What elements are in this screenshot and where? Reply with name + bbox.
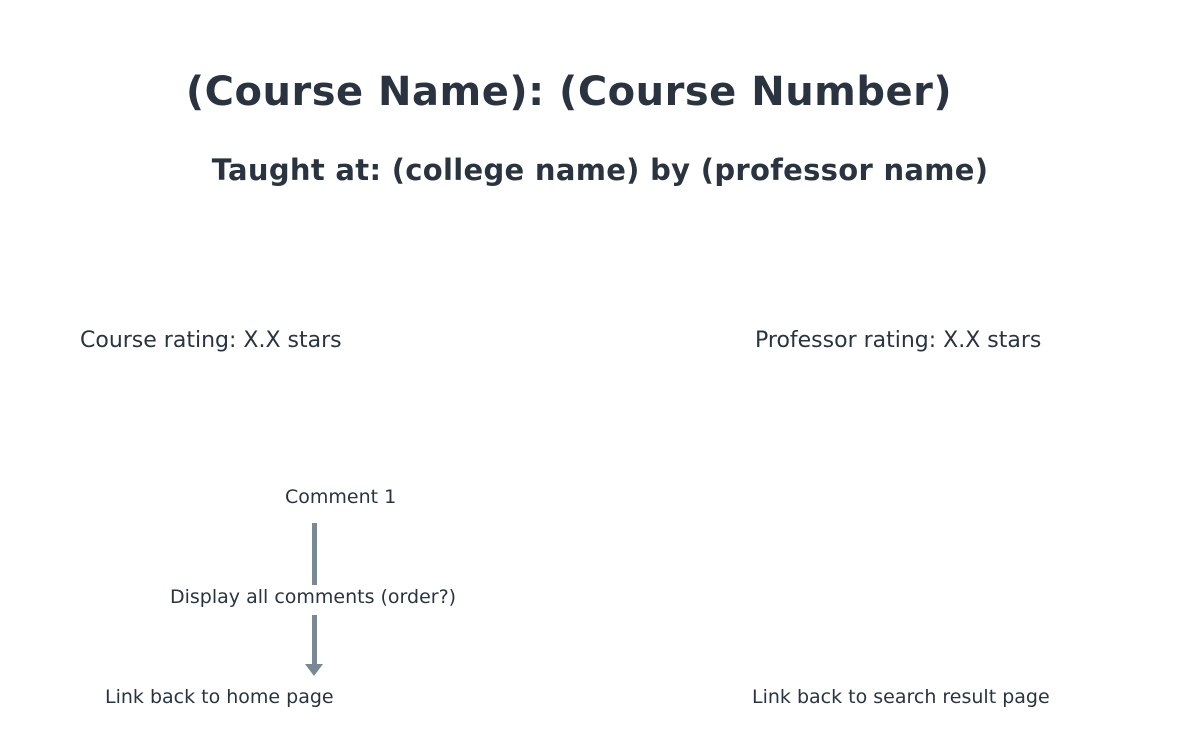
search-results-link[interactable]: Link back to search result page bbox=[752, 688, 1050, 707]
arrow-down-icon bbox=[305, 664, 323, 676]
display-all-comments: Display all comments (order?) bbox=[170, 586, 457, 608]
comments-to-home-connector-line bbox=[312, 615, 317, 665]
taught-at-subtitle: Taught at: (college name) by (professor … bbox=[211, 153, 989, 187]
course-rating: Course rating: X.X stars bbox=[80, 328, 342, 353]
comment-connector-line bbox=[312, 523, 317, 585]
home-page-link[interactable]: Link back to home page bbox=[105, 688, 334, 707]
professor-rating: Professor rating: X.X stars bbox=[755, 328, 1042, 353]
comment-1: Comment 1 bbox=[285, 486, 397, 508]
course-title: (Course Name): (Course Number) bbox=[185, 69, 953, 115]
